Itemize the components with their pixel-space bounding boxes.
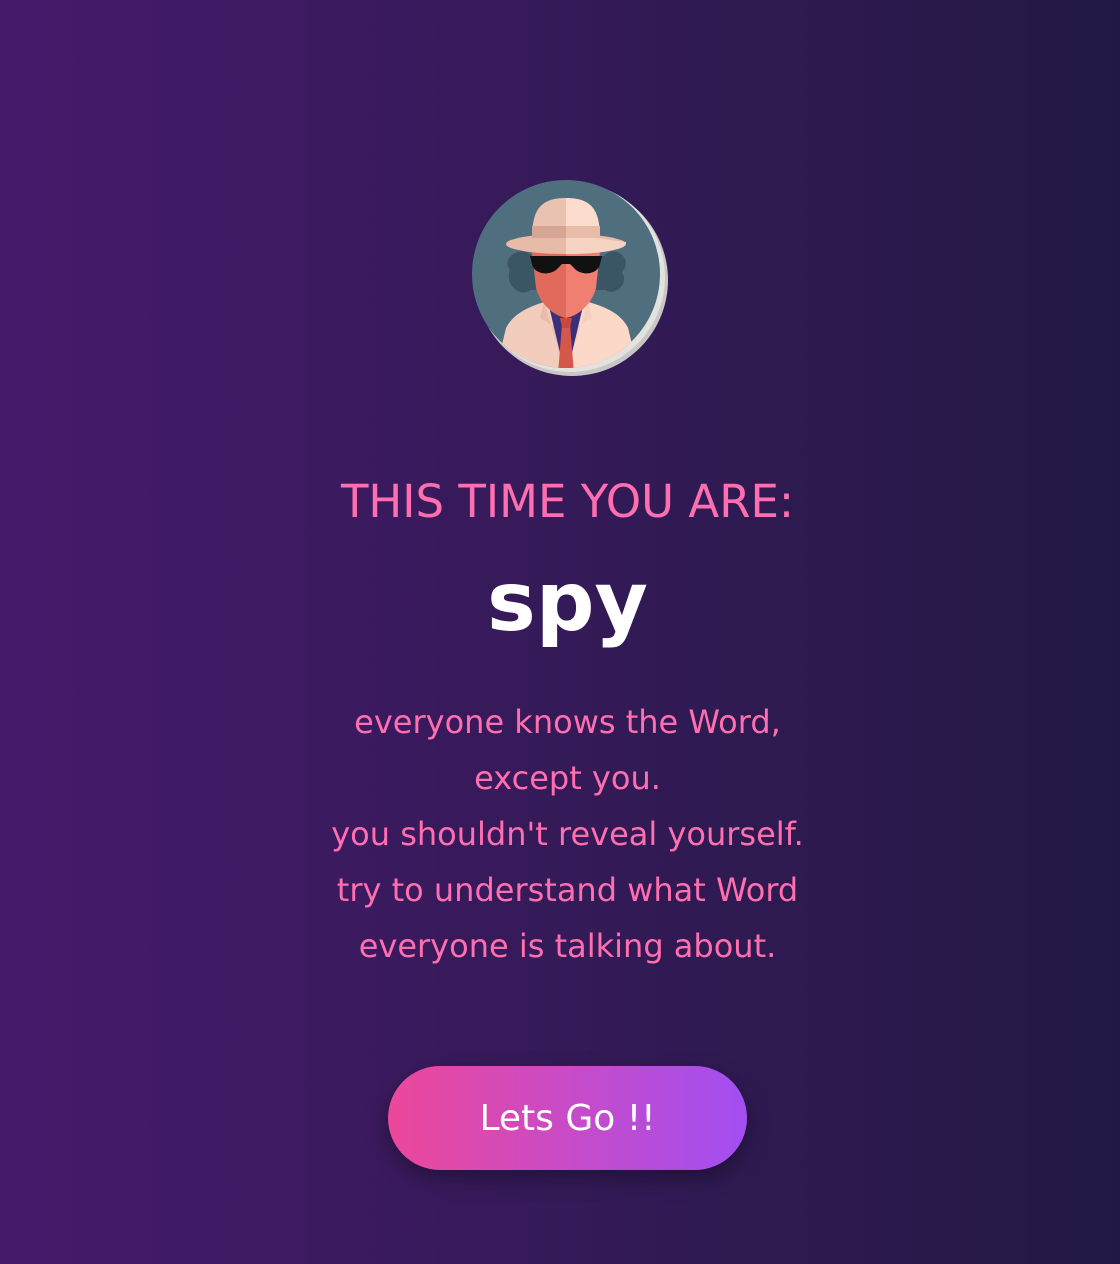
role-heading: THIS TIME YOU ARE: xyxy=(340,475,795,528)
role-description-line: everyone is talking about. xyxy=(358,927,777,965)
role-description-line: except you. xyxy=(474,759,661,797)
spy-avatar-icon xyxy=(470,178,674,382)
role-name: spy xyxy=(487,555,648,650)
role-description: everyone knows the Word, except you. you… xyxy=(310,694,825,974)
role-description-line: everyone knows the Word, xyxy=(354,703,781,741)
role-description-line: you shouldn't reveal yourself. xyxy=(331,815,804,853)
lets-go-button[interactable]: Lets Go !! xyxy=(388,1066,747,1170)
role-reveal-screen: THIS TIME YOU ARE: spy everyone knows th… xyxy=(0,0,1120,1264)
role-description-line: try to understand what Word xyxy=(336,871,799,909)
